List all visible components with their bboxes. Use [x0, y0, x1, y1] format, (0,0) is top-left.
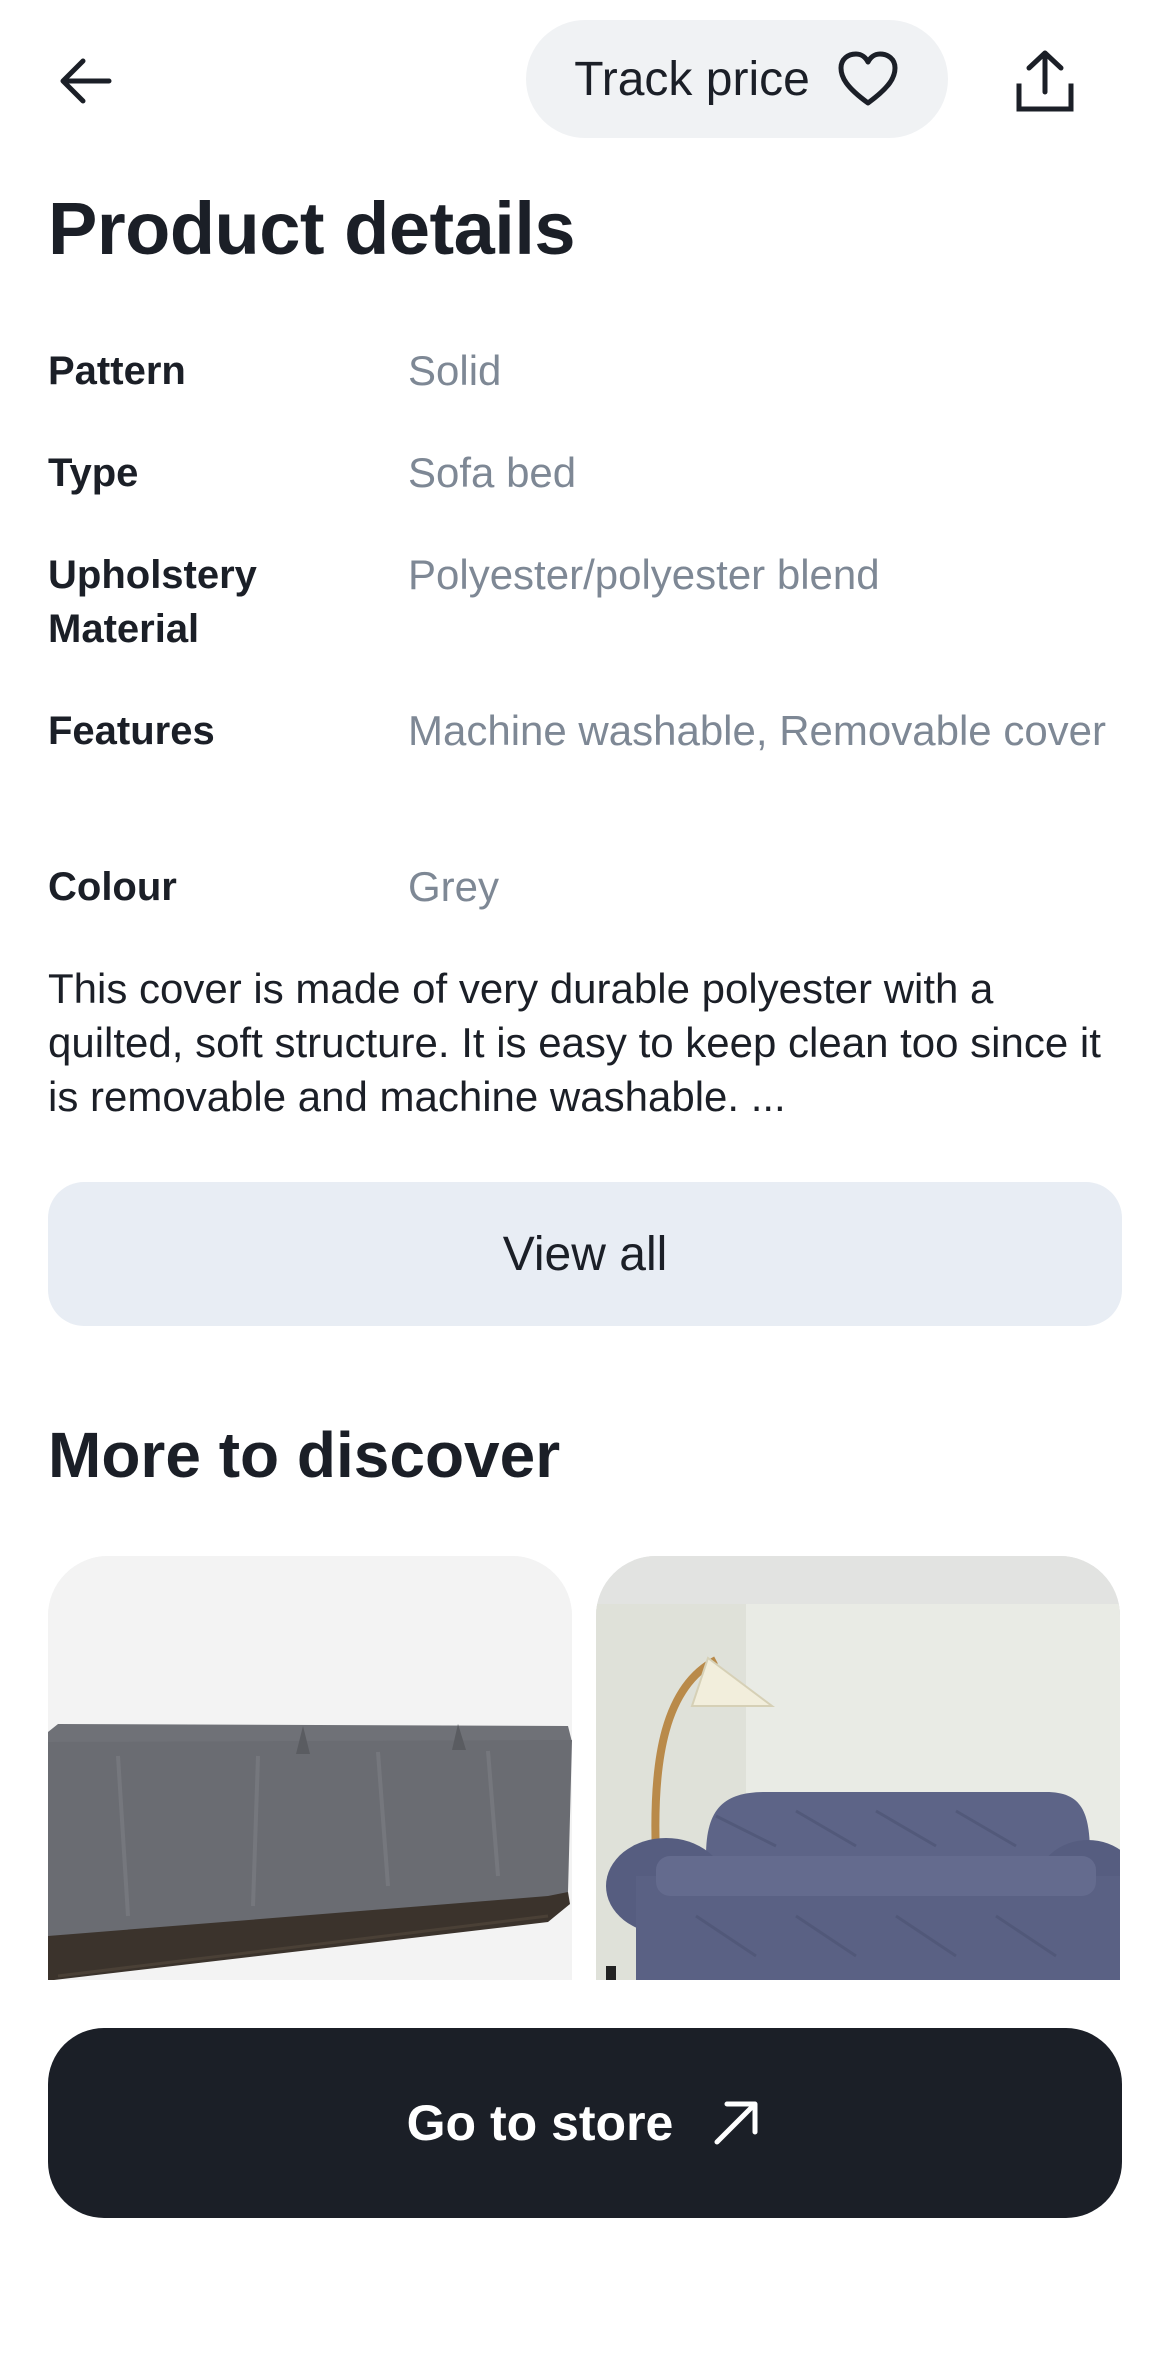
detail-label-features: Features	[48, 709, 215, 753]
discover-card-2[interactable]	[596, 1556, 1120, 1980]
go-to-store-button[interactable]: Go to store	[48, 2028, 1122, 2218]
detail-label-upholstery: Upholstery Material	[48, 553, 257, 651]
detail-value-upholstery: Polyester/polyester blend	[408, 551, 880, 598]
share-button[interactable]	[1000, 36, 1090, 126]
page-title: Product details	[48, 187, 576, 270]
detail-value-pattern: Solid	[408, 347, 502, 394]
discover-card-1[interactable]	[48, 1556, 572, 1980]
heart-icon	[838, 51, 898, 106]
back-button[interactable]	[40, 36, 130, 126]
discover-title: More to discover	[48, 1419, 561, 1491]
track-price-button[interactable]: Track price	[526, 20, 948, 138]
detail-value-features: Machine washable, Removable cover	[408, 707, 1107, 754]
arrow-up-right-icon	[714, 2101, 758, 2145]
detail-value-colour: Grey	[408, 863, 500, 910]
view-all-button[interactable]: View all	[48, 1182, 1122, 1326]
blue-sofa-with-lamp-image	[596, 1556, 1120, 1980]
arrow-left-icon	[60, 58, 112, 104]
share-upload-icon	[1016, 50, 1074, 112]
grey-furniture-cover-image	[48, 1556, 572, 1980]
detail-value-type: Sofa bed	[408, 449, 577, 496]
product-description: This cover is made of very durable polye…	[48, 965, 1101, 1120]
detail-label-pattern: Pattern	[48, 349, 186, 393]
track-price-label: Track price	[574, 52, 810, 106]
go-to-store-label: Go to store	[406, 2095, 674, 2151]
detail-label-colour: Colour	[48, 865, 177, 909]
detail-label-type: Type	[48, 451, 139, 495]
